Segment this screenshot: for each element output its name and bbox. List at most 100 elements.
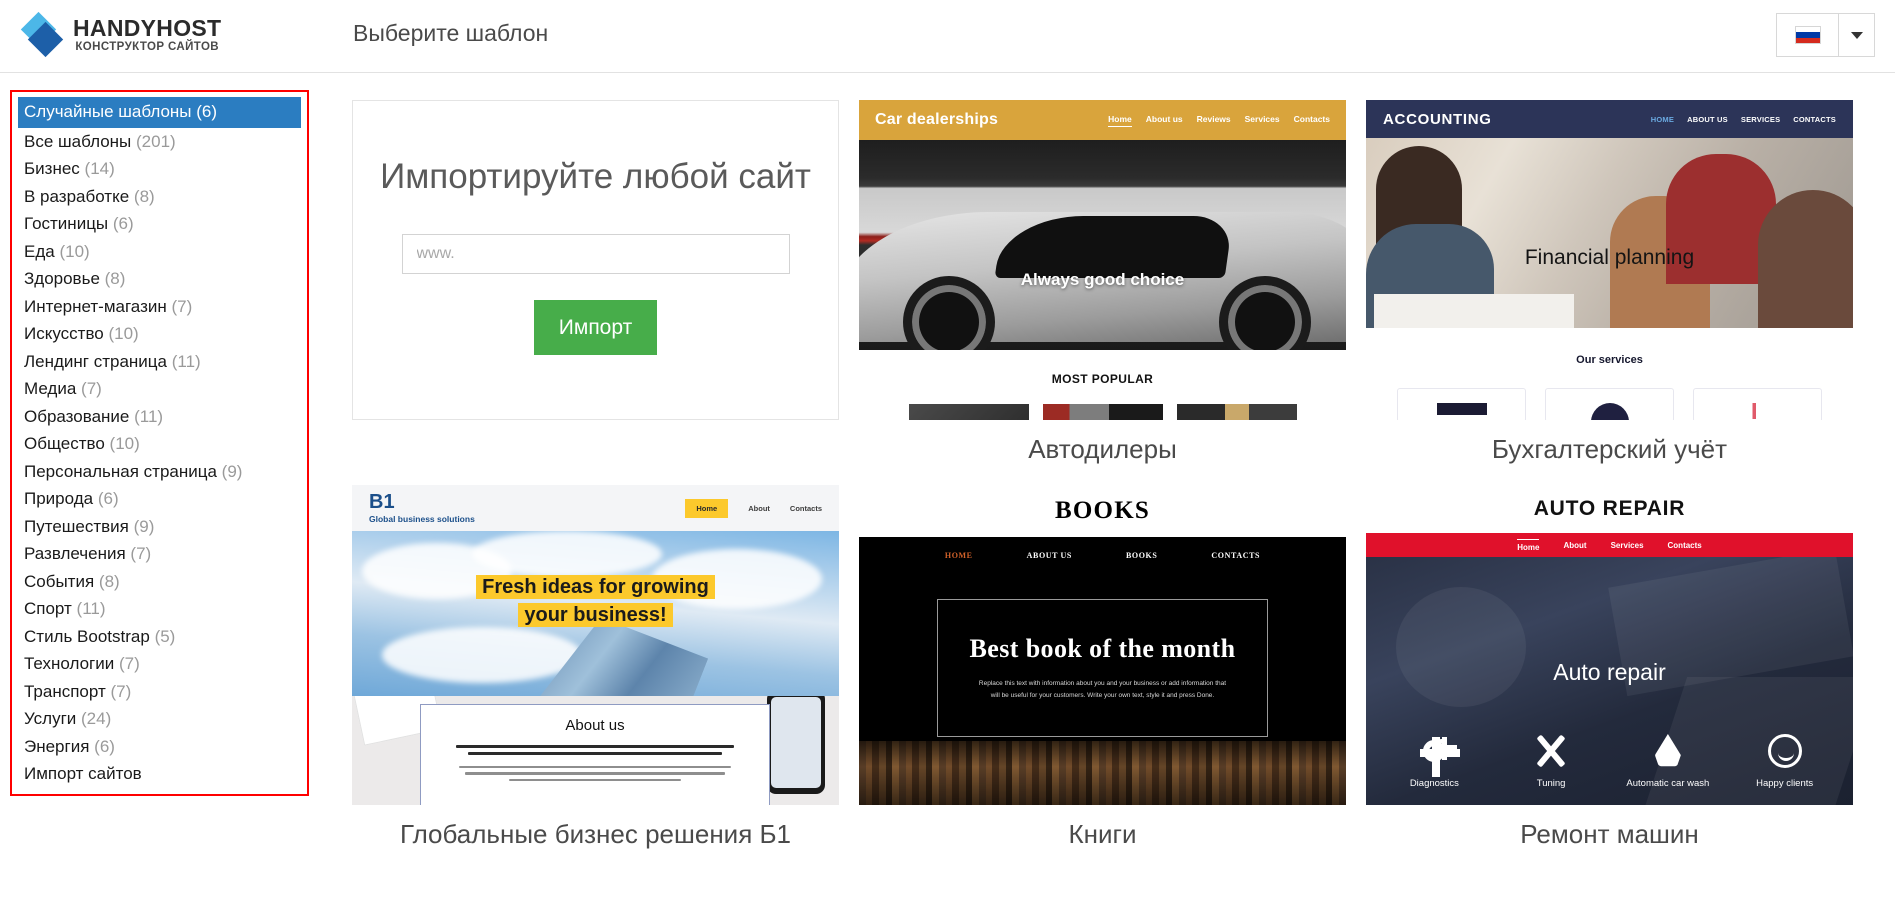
preview-thumbnail	[908, 404, 1029, 420]
preview-hero-text: Always good choice	[1020, 270, 1185, 289]
sidebar-item[interactable]: Природа (6)	[18, 485, 301, 513]
preview-hero: Auto repair Diagnostics Tuning Automatic…	[1366, 557, 1853, 805]
preview-nav-item: Reviews	[1196, 113, 1231, 124]
preview-logo-text: B1	[369, 491, 395, 514]
import-button[interactable]: Импорт	[534, 300, 657, 355]
preview-nav-item: Home	[685, 498, 729, 518]
sidebar-item-count: (9)	[221, 461, 243, 481]
template-card-car-dealership[interactable]: Car dealerships Home About us Reviews Se…	[859, 100, 1346, 465]
sidebar-item[interactable]: Образование (11)	[18, 403, 301, 431]
sidebar-item[interactable]: Медиа (7)	[18, 375, 301, 403]
template-preview-auto-repair[interactable]: AUTO REPAIR Home About Services Contacts…	[1366, 485, 1853, 805]
sidebar-item[interactable]: Все шаблоны (201)	[18, 128, 301, 156]
sidebar-item[interactable]: Искусство (10)	[18, 320, 301, 348]
sidebar-item[interactable]: Интернет-магазин (7)	[18, 293, 301, 321]
phone-illustration	[767, 696, 825, 794]
sidebar-item[interactable]: Спорт (11)	[18, 595, 301, 623]
sidebar-item-count: (7)	[118, 654, 140, 673]
sidebar-item[interactable]: Бизнес (14)	[18, 155, 301, 183]
sidebar-item-count: (6)	[94, 736, 115, 756]
template-preview-books[interactable]: BOOKS HOME ABOUT US BOOKS CONTACTS Best …	[859, 485, 1346, 805]
preview-nav-item: About	[748, 503, 770, 513]
preview-hero: Financial planning	[1366, 138, 1853, 328]
diamond-logo-icon	[20, 11, 64, 58]
preview-hero-body: Replace this text with information about…	[978, 679, 1227, 699]
preview-nav-item: About	[1563, 540, 1587, 550]
sidebar-item-label: Интернет-магазин	[24, 296, 167, 316]
preview-logo: BOOKS	[1055, 497, 1150, 524]
preview-hero: Always good choice	[859, 140, 1346, 350]
preview-feature: Tuning	[1496, 730, 1606, 789]
preview-hero-text: Best book of the month	[969, 633, 1236, 663]
sidebar-item-label: Природа	[24, 489, 94, 508]
sidebar-item-label: Стиль Bootstrap	[24, 626, 150, 646]
sidebar-item[interactable]: Еда (10)	[18, 238, 301, 266]
template-card-auto-repair[interactable]: AUTO REPAIR Home About Services Contacts…	[1366, 485, 1853, 850]
preview-header: ACCOUNTING HOME ABOUT US SERVICES CONTAC…	[1366, 100, 1853, 138]
template-card-books[interactable]: BOOKS HOME ABOUT US BOOKS CONTACTS Best …	[859, 485, 1346, 850]
language-current-button[interactable]	[1776, 13, 1838, 57]
language-switcher[interactable]	[1776, 13, 1875, 57]
sidebar-item[interactable]: Случайные шаблоны (6)	[18, 97, 301, 128]
sidebar-item[interactable]: Технологии (7)	[18, 650, 301, 678]
sidebar-item[interactable]: События (8)	[18, 568, 301, 596]
sidebar-item[interactable]: Здоровье (8)	[18, 265, 301, 293]
sidebar-item-label: События	[24, 571, 95, 591]
sidebar-item[interactable]: Персональная страница (9)	[18, 458, 301, 486]
sidebar-item[interactable]: В разработке (8)	[18, 183, 301, 211]
sidebar-item-count: (24)	[81, 709, 112, 728]
preview-hero-line: your business!	[518, 603, 673, 627]
template-caption[interactable]: Глобальные бизнес решения Б1	[352, 819, 839, 850]
preview-logo: ACCOUNTING	[1383, 110, 1492, 128]
preview-nav-item: Contacts	[789, 503, 822, 513]
sidebar-item-label: Здоровье	[24, 269, 100, 288]
sidebar-item[interactable]: Транспорт (7)	[18, 678, 301, 706]
sidebar-item-count: (11)	[171, 351, 201, 371]
template-caption[interactable]: Ремонт машин	[1366, 819, 1853, 850]
sidebar-item-label: Образование	[24, 406, 130, 426]
sidebar-item-count: (7)	[130, 544, 152, 563]
sidebar-item-count: (8)	[104, 269, 126, 288]
template-caption[interactable]: Книги	[859, 819, 1346, 850]
template-card-b1[interactable]: B1 Global business solutions Home About …	[352, 485, 839, 850]
template-preview-car-dealership[interactable]: Car dealerships Home About us Reviews Se…	[859, 100, 1346, 420]
sidebar-item[interactable]: Гостиницы (6)	[18, 210, 301, 238]
sidebar-item[interactable]: Услуги (24)	[18, 705, 301, 733]
template-caption[interactable]: Бухгалтерский учёт	[1366, 434, 1853, 465]
template-preview-b1[interactable]: B1 Global business solutions Home About …	[352, 485, 839, 805]
preview-logo: Car dealerships	[875, 111, 999, 128]
sidebar-item[interactable]: Стиль Bootstrap (5)	[18, 623, 301, 651]
sidebar-item-label: Персональная страница	[24, 461, 217, 481]
import-url-input[interactable]	[401, 234, 790, 274]
russia-flag-icon	[1794, 26, 1821, 44]
preview-nav-item: Contacts	[1667, 540, 1702, 550]
tools-icon	[1496, 730, 1606, 772]
template-card-accounting[interactable]: ACCOUNTING HOME ABOUT US SERVICES CONTAC…	[1366, 100, 1853, 465]
sidebar-item-count: (201)	[136, 131, 176, 151]
preview-hero-text: Fresh ideas for growing your business!	[352, 573, 839, 629]
preview-nav-item: Contacts	[1293, 113, 1330, 124]
sidebar-item-count: (8)	[133, 186, 155, 206]
preview-feature-label: Happy clients	[1756, 778, 1814, 789]
page-title: Выберите шаблон	[353, 20, 549, 46]
preview-section-title: Our services	[1576, 354, 1643, 366]
preview-section-title: MOST POPULAR	[1051, 372, 1154, 386]
preview-nav-item: ABOUT US	[1687, 114, 1728, 124]
sidebar-item[interactable]: Путешествия (9)	[18, 513, 301, 541]
preview-feature-label: Diagnostics	[1409, 778, 1459, 789]
sidebar-item[interactable]: Энергия (6)	[18, 733, 301, 761]
preview-nav-item: CONTACTS	[1211, 551, 1261, 560]
sidebar-item-label: Бизнес	[24, 159, 80, 178]
template-preview-accounting[interactable]: ACCOUNTING HOME ABOUT US SERVICES CONTAC…	[1366, 100, 1853, 420]
preview-feature-label: Automatic car wash	[1626, 778, 1710, 789]
language-dropdown-button[interactable]	[1838, 13, 1875, 57]
template-gallery: Импортируйте любой сайт Импорт Car deale…	[352, 100, 1872, 850]
sidebar-item[interactable]: Импорт сайтов	[18, 760, 301, 788]
template-caption[interactable]: Автодилеры	[859, 434, 1346, 465]
preview-thumbnail	[1176, 404, 1297, 420]
preview-about-panel: About us	[420, 704, 770, 805]
brand-logo[interactable]: HANDYHOST КОНСТРУКТОР САЙТОВ	[20, 11, 221, 58]
sidebar-item[interactable]: Лендинг страница (11)	[18, 348, 301, 376]
sidebar-item[interactable]: Общество (10)	[18, 430, 301, 458]
sidebar-item[interactable]: Развлечения (7)	[18, 540, 301, 568]
